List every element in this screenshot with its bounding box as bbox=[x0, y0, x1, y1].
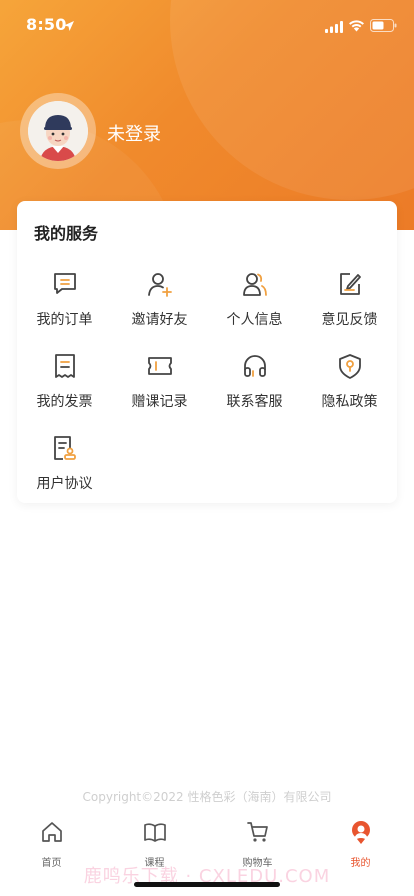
mine-icon bbox=[349, 820, 373, 844]
service-label: 个人信息 bbox=[226, 312, 283, 328]
battery-icon bbox=[370, 17, 397, 36]
service-label: 我的订单 bbox=[36, 312, 93, 328]
service-user-agreement[interactable]: 用户协议 bbox=[17, 435, 112, 505]
status-time: 8:50 bbox=[26, 15, 67, 34]
avatar[interactable] bbox=[28, 101, 88, 161]
agreement-icon bbox=[52, 435, 78, 461]
service-my-orders[interactable]: 我的订单 bbox=[17, 271, 112, 341]
home-indicator[interactable] bbox=[134, 882, 280, 887]
service-card-title: 我的服务 bbox=[34, 224, 99, 243]
headset-icon bbox=[242, 353, 268, 379]
order-icon bbox=[52, 271, 78, 297]
service-contact-support[interactable]: 联系客服 bbox=[207, 353, 302, 423]
service-label: 意见反馈 bbox=[321, 312, 378, 328]
service-label: 赠课记录 bbox=[131, 394, 188, 410]
feedback-icon bbox=[337, 271, 363, 297]
wifi-icon bbox=[348, 17, 365, 36]
service-label: 我的发票 bbox=[36, 394, 93, 410]
location-arrow-icon bbox=[63, 17, 75, 36]
service-my-invoices[interactable]: 我的发票 bbox=[17, 353, 112, 423]
service-feedback[interactable]: 意见反馈 bbox=[302, 271, 397, 341]
cart-icon bbox=[246, 820, 270, 844]
privacy-shield-icon bbox=[337, 353, 363, 379]
book-icon bbox=[143, 820, 167, 844]
status-bar: 8:50 bbox=[0, 0, 414, 50]
service-gift-records[interactable]: 赠课记录 bbox=[112, 353, 207, 423]
invoice-icon bbox=[52, 353, 78, 379]
copyright-text: Copyright©2022 性格色彩（海南）有限公司 bbox=[82, 790, 332, 804]
home-icon bbox=[40, 820, 64, 844]
login-status[interactable]: 未登录 bbox=[107, 120, 161, 146]
service-invite-friends[interactable]: 邀请好友 bbox=[112, 271, 207, 341]
service-label: 邀请好友 bbox=[131, 312, 188, 328]
service-label: 联系客服 bbox=[226, 394, 283, 410]
service-card: 我的服务 我的订单 邀请好友 个人信息 意见反馈 我的发票 赠课记录 联系客服 … bbox=[17, 201, 397, 503]
cellular-signal-icon bbox=[325, 18, 343, 37]
service-personal-info[interactable]: 个人信息 bbox=[207, 271, 302, 341]
invite-friend-icon bbox=[147, 271, 173, 297]
service-label: 隐私政策 bbox=[321, 394, 378, 410]
profile-icon bbox=[242, 271, 268, 297]
service-label: 用户协议 bbox=[36, 476, 93, 492]
service-privacy-policy[interactable]: 隐私政策 bbox=[302, 353, 397, 423]
gift-ticket-icon bbox=[147, 353, 173, 379]
